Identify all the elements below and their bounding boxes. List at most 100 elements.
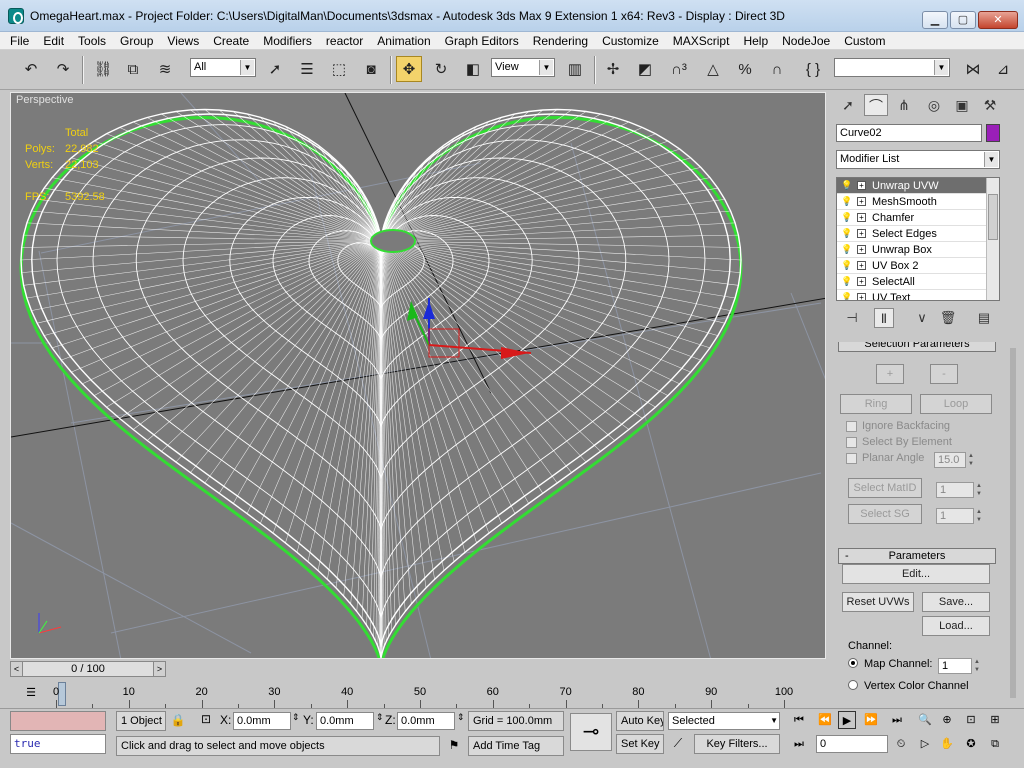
select-and-scale-icon[interactable]: ◧ bbox=[460, 56, 486, 82]
modifier-stack-item[interactable]: 💡 + Select Edges bbox=[837, 226, 999, 242]
time-slider[interactable]: < 0 / 100 > bbox=[10, 661, 166, 677]
expand-icon[interactable]: + bbox=[857, 277, 866, 286]
planar-angle-spinner[interactable]: 15.0 ▲ ▼ bbox=[934, 452, 974, 468]
lightbulb-icon[interactable]: 💡 bbox=[841, 260, 853, 271]
lock-selection-icon[interactable]: 🔒 bbox=[170, 713, 186, 727]
save-button[interactable]: Save... bbox=[922, 592, 990, 612]
go-to-start-icon[interactable]: ⏮ bbox=[790, 711, 808, 729]
lightbulb-icon[interactable]: 💡 bbox=[841, 196, 853, 207]
scrollbar-thumb[interactable] bbox=[988, 194, 998, 240]
selection-parameters-rollout-title[interactable]: Selection Parameters bbox=[838, 342, 996, 352]
previous-frame-icon[interactable]: < bbox=[11, 662, 23, 676]
window-crossing-icon[interactable]: ◙ bbox=[358, 56, 384, 82]
planar-angle-checkbox[interactable]: Planar Angle bbox=[846, 452, 924, 464]
expand-icon[interactable]: + bbox=[857, 293, 866, 300]
maxscript-listener-input[interactable]: true bbox=[10, 734, 106, 754]
lightbulb-icon[interactable]: 💡 bbox=[841, 276, 853, 287]
pivot-center-icon[interactable]: ▥ bbox=[562, 56, 588, 82]
menu-maxscript[interactable]: MAXScript bbox=[673, 34, 730, 48]
loop-button[interactable]: Loop bbox=[920, 394, 992, 414]
menu-help[interactable]: Help bbox=[743, 34, 768, 48]
lightbulb-icon[interactable]: 💡 bbox=[841, 180, 853, 191]
spinner-arrows-icon[interactable]: ⇕ bbox=[457, 712, 465, 723]
shrink-selection-button[interactable]: - bbox=[930, 364, 958, 384]
ignore-backfacing-checkbox[interactable]: Ignore Backfacing bbox=[846, 420, 950, 432]
key-mode-toggle-icon[interactable]: ⏭ bbox=[790, 735, 808, 753]
expand-icon[interactable]: + bbox=[857, 229, 866, 238]
utilities-tab-icon[interactable]: ⚒ bbox=[978, 94, 1002, 116]
add-time-tag-button[interactable]: Add Time Tag bbox=[468, 736, 564, 756]
zoom-all-icon[interactable]: ⊕ bbox=[938, 711, 956, 729]
minimize-button[interactable]: ▁ bbox=[922, 11, 948, 29]
lightbulb-icon[interactable]: 💡 bbox=[841, 292, 853, 300]
spinner-arrows-icon[interactable]: ▲ ▼ bbox=[972, 658, 982, 674]
motion-tab-icon[interactable]: ◎ bbox=[922, 94, 946, 116]
menu-nodejoe[interactable]: NodeJoe bbox=[782, 34, 830, 48]
command-panel-scrollbar[interactable] bbox=[1010, 348, 1016, 698]
select-by-name-icon[interactable]: ☰ bbox=[294, 56, 320, 82]
hierarchy-tab-icon[interactable]: ⋔ bbox=[892, 94, 916, 116]
spinner-arrows-icon[interactable]: ▲ ▼ bbox=[966, 452, 976, 468]
menu-modifiers[interactable]: Modifiers bbox=[263, 34, 312, 48]
close-button[interactable]: ✕ bbox=[978, 11, 1018, 29]
grow-selection-button[interactable]: + bbox=[876, 364, 904, 384]
parameters-rollout-title[interactable]: - Parameters bbox=[838, 548, 996, 564]
title-bar[interactable]: OmegaHeart.max - Project Folder: C:\User… bbox=[0, 0, 1024, 32]
open-mini-curve-editor-icon[interactable]: ☰ bbox=[22, 686, 40, 702]
play-icon[interactable]: ▶ bbox=[838, 711, 856, 729]
select-and-move-icon[interactable]: ✥ bbox=[396, 56, 422, 82]
rectangular-selection-icon[interactable]: ⬚ bbox=[326, 56, 352, 82]
radio-icon[interactable] bbox=[848, 658, 858, 668]
set-key-button[interactable]: Set Key bbox=[616, 734, 664, 754]
app-icon[interactable] bbox=[8, 7, 24, 24]
edit-uvw-button[interactable]: Edit... bbox=[842, 564, 990, 584]
unlink-selection-icon[interactable]: ⧉ bbox=[120, 56, 146, 82]
remove-modifier-icon[interactable]: 🗑 bbox=[938, 308, 958, 328]
current-frame-field[interactable]: 0 bbox=[816, 735, 888, 753]
go-to-end-icon[interactable]: ⏭ bbox=[888, 711, 906, 729]
modifier-stack-item[interactable]: 💡 + SelectAll bbox=[837, 274, 999, 290]
viewport-label[interactable]: Perspective bbox=[16, 94, 73, 106]
modifier-stack-item[interactable]: 💡 + MeshSmooth bbox=[837, 194, 999, 210]
modifier-stack-item[interactable]: 💡 + UV Box 2 bbox=[837, 258, 999, 274]
display-tab-icon[interactable]: ▣ bbox=[950, 94, 974, 116]
radio-icon[interactable] bbox=[848, 680, 858, 690]
spinner-snap-icon[interactable]: ∩ bbox=[764, 56, 790, 82]
key-filters-button[interactable]: Key Filters... bbox=[694, 734, 780, 754]
menu-animation[interactable]: Animation bbox=[377, 34, 430, 48]
lightbulb-icon[interactable]: 💡 bbox=[841, 228, 853, 239]
z-coordinate-field[interactable]: 0.0mm bbox=[397, 712, 455, 730]
expand-icon[interactable]: + bbox=[857, 213, 866, 222]
auto-key-button[interactable]: Auto Key bbox=[616, 711, 664, 731]
make-unique-icon[interactable]: ∨ bbox=[912, 308, 932, 328]
spinner-arrows-icon[interactable]: ▲ ▼ bbox=[974, 508, 984, 524]
menu-custom[interactable]: Custom bbox=[844, 34, 885, 48]
modifier-stack-item[interactable]: 💡 + Unwrap UVW bbox=[837, 178, 999, 194]
time-configuration-icon[interactable]: ⏲ bbox=[892, 735, 910, 753]
mirror-icon[interactable]: ⋈ bbox=[960, 56, 986, 82]
x-coordinate-field[interactable]: 0.0mm bbox=[233, 712, 291, 730]
selection-filter-dropdown[interactable]: All ▼ bbox=[190, 58, 256, 77]
menu-customize[interactable]: Customize bbox=[602, 34, 659, 48]
menu-create[interactable]: Create bbox=[213, 34, 249, 48]
pan-view-icon[interactable]: ✋ bbox=[938, 735, 956, 753]
vertex-color-channel-radio[interactable]: Vertex Color Channel bbox=[848, 680, 969, 692]
spinner-arrows-icon[interactable]: ⇕ bbox=[292, 712, 300, 723]
maximize-button[interactable]: ▢ bbox=[950, 11, 976, 29]
menu-file[interactable]: File bbox=[10, 34, 29, 48]
expand-icon[interactable]: + bbox=[857, 181, 866, 190]
absolute-mode-icon[interactable]: ⊡ bbox=[198, 712, 214, 726]
checkbox-box[interactable] bbox=[846, 436, 857, 448]
menu-views[interactable]: Views bbox=[167, 34, 199, 48]
maximize-viewport-icon[interactable]: ⧉ bbox=[986, 735, 1004, 753]
keyboard-shortcut-override-icon[interactable]: ◩ bbox=[632, 56, 658, 82]
reset-uvws-button[interactable]: Reset UVWs bbox=[842, 592, 914, 612]
select-by-element-checkbox[interactable]: Select By Element bbox=[846, 436, 952, 448]
object-color-swatch[interactable] bbox=[986, 124, 1000, 142]
select-matid-button[interactable]: Select MatID bbox=[848, 478, 922, 498]
expand-icon[interactable]: + bbox=[857, 261, 866, 270]
checkbox-box[interactable] bbox=[846, 452, 857, 464]
field-of-view-icon[interactable]: ▷ bbox=[916, 735, 934, 753]
y-coordinate-field[interactable]: 0.0mm bbox=[316, 712, 374, 730]
redo-icon[interactable]: ↷ bbox=[50, 56, 76, 82]
